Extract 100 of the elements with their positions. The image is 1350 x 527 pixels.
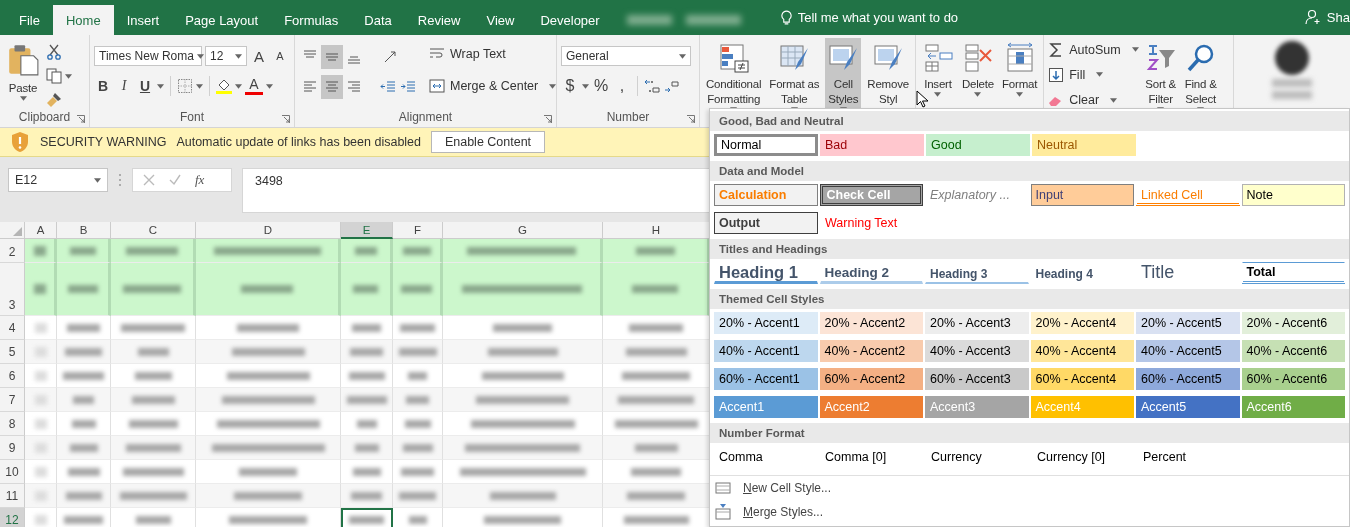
tell-me-field[interactable]: Tell me what you want to do (780, 7, 959, 27)
cell-style-option[interactable]: 20% - Accent4 (1030, 312, 1134, 334)
column-header[interactable]: E (341, 222, 393, 239)
shrink-font-button[interactable]: A (271, 50, 289, 62)
caret-icon[interactable] (196, 83, 203, 89)
dialog-launcher-icon[interactable] (544, 115, 552, 123)
cell-style-option[interactable]: 20% - Accent5 (1136, 312, 1240, 334)
cell-style-option[interactable]: Heading 4 (1030, 262, 1134, 284)
cell-style-option[interactable]: Comma [0] (820, 446, 924, 468)
menu-item[interactable]: New Cell Style... (743, 481, 832, 495)
row-header[interactable]: 10 (0, 460, 25, 484)
cell-style-option[interactable]: Heading 1 (714, 262, 818, 284)
cell-styles-button[interactable]: Cell Styles (825, 38, 862, 108)
cell-style-option[interactable]: Total (1241, 262, 1345, 284)
decrease-decimal-icon[interactable] (663, 78, 679, 94)
cell-style-option[interactable]: Comma (714, 446, 818, 468)
cell-style-option[interactable]: Neutral (1032, 134, 1136, 156)
row-header[interactable]: 4 (0, 316, 25, 340)
autosum-button[interactable]: AutoSum (1048, 40, 1139, 60)
cell-style-option[interactable]: 40% - Accent2 (819, 340, 923, 362)
find-select-button[interactable]: Find & Select (1182, 38, 1219, 108)
copy-icon[interactable] (46, 68, 62, 84)
fill-color-icon[interactable] (216, 78, 232, 94)
cell-style-option[interactable]: Percent (1138, 446, 1242, 468)
row-header[interactable]: 7 (0, 388, 25, 412)
cell-style-option[interactable]: 40% - Accent6 (1241, 340, 1345, 362)
font-size-field[interactable]: 12 (205, 46, 247, 66)
percent-button[interactable]: % (592, 77, 610, 95)
borders-icon[interactable] (177, 78, 193, 94)
cell-style-option[interactable]: 60% - Accent3 (925, 368, 1029, 390)
cell-style-option[interactable]: 60% - Accent4 (1030, 368, 1134, 390)
cell-style-option[interactable]: Accent5 (1136, 396, 1240, 418)
middle-align-icon[interactable] (321, 45, 343, 69)
cell-style-option[interactable]: Title (1136, 262, 1240, 284)
cell-style-option[interactable]: 60% - Accent5 (1136, 368, 1240, 390)
dialog-launcher-icon[interactable] (77, 115, 85, 123)
ribbon-tab[interactable]: Data (351, 5, 405, 35)
format-painter-icon[interactable] (46, 92, 62, 108)
cell-style-option[interactable]: 20% - Accent3 (925, 312, 1029, 334)
ribbon-tab[interactable]: Developer (527, 5, 613, 35)
cancel-icon[interactable] (143, 174, 155, 186)
dialog-launcher-icon[interactable] (687, 115, 695, 123)
increase-decimal-icon[interactable] (644, 78, 660, 94)
clear-button[interactable]: Clear (1048, 90, 1139, 110)
cut-icon[interactable] (46, 44, 62, 60)
cell-style-option[interactable]: 40% - Accent3 (925, 340, 1029, 362)
cell-style-option[interactable]: 20% - Accent1 (714, 312, 818, 334)
cell-style-option[interactable]: 60% - Accent6 (1241, 368, 1345, 390)
number-format-field[interactable]: General (561, 46, 691, 66)
ribbon-tab[interactable]: Review (404, 5, 474, 35)
row-header[interactable]: 12 (0, 508, 25, 527)
cell-style-option[interactable]: Heading 2 (819, 262, 923, 284)
caret-icon[interactable] (157, 83, 164, 89)
ribbon-tab[interactable]: Page Layout (172, 5, 272, 35)
row-header[interactable]: 2 (0, 239, 25, 263)
cell-style-option[interactable]: Currency [0] (1032, 446, 1136, 468)
caret-icon[interactable] (266, 83, 273, 89)
cell-style-option[interactable]: Bad (820, 134, 924, 156)
cell-style-option[interactable]: Warning Text (820, 212, 924, 234)
ribbon-tab[interactable]: Formulas (271, 5, 352, 35)
ribbon-tab[interactable]: Insert (113, 5, 173, 35)
row-header[interactable]: 9 (0, 436, 25, 460)
italic-button[interactable]: I (115, 78, 133, 94)
cell-style-option[interactable]: 20% - Accent6 (1241, 312, 1345, 334)
underline-button[interactable]: U (136, 78, 154, 94)
font-color-button[interactable]: A (245, 77, 263, 95)
bold-button[interactable]: B (94, 78, 112, 94)
wrap-text-button[interactable]: Wrap Text (429, 44, 557, 64)
name-box[interactable]: E12 (8, 168, 108, 192)
caret-icon[interactable] (582, 83, 589, 89)
caret-icon[interactable] (235, 83, 242, 89)
align-center-icon[interactable] (321, 75, 343, 99)
cell-style-option[interactable]: 20% - Accent2 (819, 312, 923, 334)
cell-style-option[interactable]: Normal (714, 134, 818, 156)
merge-center-button[interactable]: Merge & Center (429, 76, 557, 96)
fill-button[interactable]: Fill (1048, 65, 1139, 85)
sort-filter-button[interactable]: Sort & Filter (1142, 38, 1179, 108)
cell-style-option[interactable]: 60% - Accent2 (819, 368, 923, 390)
format-button[interactable]: Format (1000, 38, 1040, 108)
row-header[interactable]: 5 (0, 340, 25, 364)
grow-font-button[interactable]: A (250, 47, 268, 65)
cell-style-option[interactable]: 60% - Accent1 (714, 368, 818, 390)
enable-content-button[interactable]: Enable Content (431, 131, 545, 153)
cell-style-option[interactable]: 40% - Accent4 (1030, 340, 1134, 362)
cell-style-option[interactable]: Currency (926, 446, 1030, 468)
cell-style-option[interactable]: Heading 3 (925, 262, 1029, 284)
ribbon-tab[interactable]: View (473, 5, 528, 35)
cell-style-option[interactable]: Output (714, 212, 818, 234)
row-header[interactable]: 3 (0, 263, 25, 316)
delete-button[interactable]: Delete (959, 38, 996, 108)
insert-button[interactable]: Insert (919, 38, 956, 108)
share-button[interactable]: Sha (1304, 7, 1350, 27)
cell-style-option[interactable]: 40% - Accent5 (1136, 340, 1240, 362)
currency-button[interactable]: $ (561, 77, 579, 95)
comma-style-button[interactable]: , (613, 77, 631, 95)
row-header[interactable]: 8 (0, 412, 25, 436)
cell-style-option[interactable]: Explanatory ... (925, 184, 1029, 206)
dialog-launcher-icon[interactable] (282, 115, 290, 123)
insert-function-button[interactable]: fx (195, 172, 205, 188)
caret-icon[interactable] (65, 73, 72, 79)
